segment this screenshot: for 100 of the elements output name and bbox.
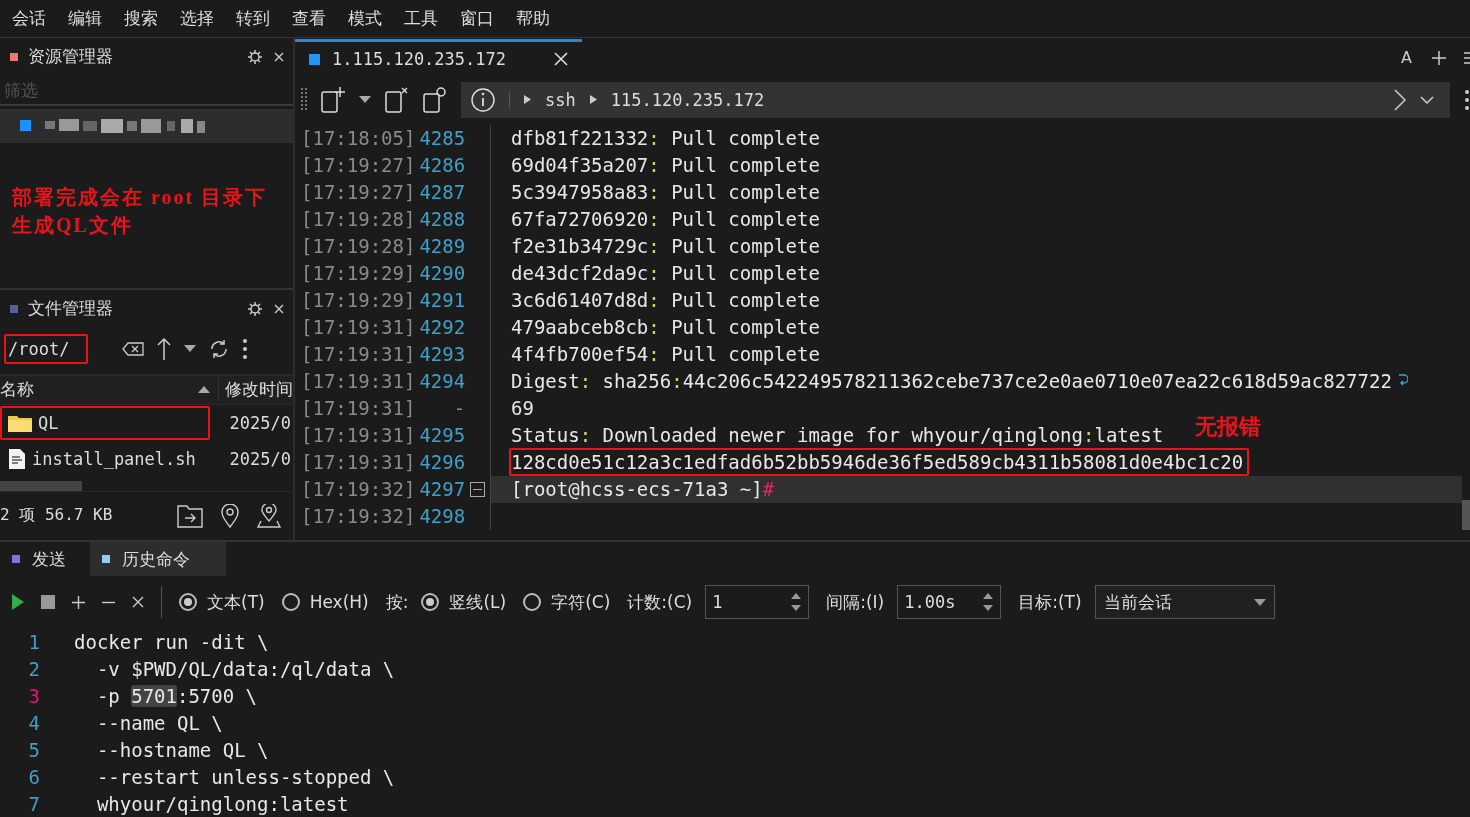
line-number: 6 (27, 765, 40, 788)
terminal-line: 4f4fb700ef54: Pull complete (510, 342, 821, 368)
panel-tab[interactable]: 历史命令 (90, 542, 226, 576)
menu-icon[interactable] (1464, 51, 1470, 64)
location-pin-icon[interactable] (257, 504, 281, 528)
annotation-text: 无报错 (1195, 412, 1261, 441)
timestamp: [17:19:27] (301, 154, 416, 177)
up-arrow-icon[interactable] (156, 337, 172, 361)
breadcrumb-item[interactable]: 115.120.235.172 (610, 89, 765, 110)
sort-icon (198, 386, 210, 394)
close-tab-icon[interactable] (385, 86, 409, 113)
file-date: 2025/0 (229, 413, 292, 433)
drag-handle-icon (301, 87, 307, 112)
code-line: -v $PWD/QL/data:/ql/data \ (95, 657, 395, 680)
terminal-line: Digest: sha256:44c206c542249578211362cebe737ce2e0ae0710e07ea22c618d59ac827722 (510, 369, 1393, 395)
duplicate-tab-icon[interactable] (423, 86, 447, 113)
field-label: 间隔:(I) (826, 590, 885, 614)
terminal-line: dfb81f221332: Pull complete (510, 126, 821, 152)
session-tab[interactable]: 1.115.120.235.172 (295, 38, 582, 77)
caret-icon[interactable] (359, 95, 371, 104)
radio-option[interactable]: 字符(C) (523, 590, 611, 614)
annotation-text: 部署完成会在 root 目录下 (12, 185, 268, 211)
settings-icon[interactable] (247, 301, 263, 317)
line-number: 4291 (419, 289, 466, 312)
clear-icon[interactable] (122, 342, 144, 356)
menu-item[interactable]: 编辑 (68, 6, 102, 30)
line-number: 4292 (419, 316, 466, 339)
session-item[interactable] (0, 108, 293, 143)
timestamp: [17:18:05] (301, 127, 416, 150)
timestamp: [17:19:31] (301, 343, 416, 366)
spinner-arrows-icon[interactable] (982, 591, 995, 613)
collapse-icon[interactable] (469, 481, 485, 497)
file-name[interactable]: install_panel.sh (0, 442, 210, 476)
square-icon (20, 120, 31, 132)
path-field[interactable]: /root/ (4, 334, 88, 364)
terminal-line: 479aabceb8cb: Pull complete (510, 315, 821, 341)
chevron-right-icon[interactable] (1394, 88, 1406, 111)
location-pin-icon[interactable] (221, 504, 239, 528)
terminal-line: 3c6d61407d8d: Pull complete (510, 288, 821, 314)
menu-item[interactable]: 转到 (236, 6, 270, 30)
terminal-line: f2e31b34729c: Pull complete (510, 234, 821, 260)
interval-field[interactable]: 1.00s (897, 585, 1002, 619)
timestamp: [17:19:29] (301, 289, 416, 312)
more-icon[interactable] (242, 338, 248, 360)
panel-title: 文件管理器 (28, 297, 114, 321)
chevron-down-icon[interactable] (1420, 95, 1434, 104)
scrollbar-thumb[interactable] (1462, 499, 1470, 530)
refresh-icon[interactable] (208, 337, 230, 361)
settings-icon[interactable] (247, 48, 263, 65)
menu-item[interactable]: 模式 (348, 6, 382, 30)
column-header[interactable]: 名称 (0, 378, 198, 402)
breadcrumb-item[interactable]: ssh (545, 89, 576, 110)
menu-item[interactable]: 帮助 (516, 6, 550, 30)
file-name[interactable]: QL (0, 406, 210, 440)
scrollbar-thumb[interactable] (0, 481, 82, 491)
radio-option[interactable]: 竖线(L) (421, 590, 507, 614)
triangle-icon (524, 95, 531, 105)
target-dropdown[interactable]: 当前会话 (1094, 585, 1275, 619)
field-label: 计数:(C) (627, 590, 693, 614)
timestamp: [17:19:28] (301, 235, 416, 258)
add-icon[interactable] (72, 595, 85, 609)
font-button[interactable]: A (1399, 48, 1414, 68)
info-icon[interactable] (471, 87, 495, 112)
panel-title: 资源管理器 (28, 45, 114, 69)
line-number: 4285 (419, 127, 466, 150)
add-icon[interactable] (1432, 50, 1446, 65)
spinner-arrows-icon[interactable] (790, 591, 803, 613)
menu-item[interactable]: 搜索 (124, 6, 158, 30)
radio-option[interactable]: Hex(H) (281, 592, 369, 612)
menu-item[interactable]: 窗口 (460, 6, 494, 30)
menu-item[interactable]: 查看 (292, 6, 326, 30)
close-icon[interactable] (554, 52, 568, 67)
line-number: 7 (27, 792, 40, 815)
caret-icon[interactable] (184, 345, 196, 353)
column-header[interactable]: 修改时间 (218, 378, 293, 402)
code-line: -p 5701:5700 \ (95, 684, 258, 707)
folder-icon (8, 414, 32, 432)
line-number: 4296 (419, 451, 466, 474)
menu-item[interactable]: 工具 (404, 6, 438, 30)
file-date: 2025/0 (229, 449, 292, 469)
menu-item[interactable]: 会话 (12, 6, 46, 30)
menu-item[interactable]: 选择 (180, 6, 214, 30)
new-tab-icon[interactable] (321, 86, 345, 113)
document-icon (8, 448, 26, 470)
more-icon[interactable] (1464, 88, 1470, 111)
close-icon[interactable] (132, 596, 144, 608)
count-field[interactable]: 1 (705, 585, 810, 619)
line-number: 4289 (419, 235, 466, 258)
radio-option[interactable]: 文本(T) (179, 590, 265, 614)
square-icon (10, 305, 18, 313)
play-icon[interactable] (12, 594, 24, 610)
annotation-text: 生成QL文件 (12, 213, 133, 239)
folder-arrow-icon[interactable] (177, 504, 203, 528)
caret-icon[interactable] (1253, 598, 1266, 606)
line-number: 4295 (419, 424, 466, 447)
line-number: 4287 (419, 181, 466, 204)
terminal-line: [root@hcss-ecs-71a3 ~]# (510, 477, 776, 503)
close-icon[interactable] (273, 303, 285, 315)
close-icon[interactable] (273, 50, 285, 63)
code-line: --hostname QL \ (95, 738, 269, 761)
